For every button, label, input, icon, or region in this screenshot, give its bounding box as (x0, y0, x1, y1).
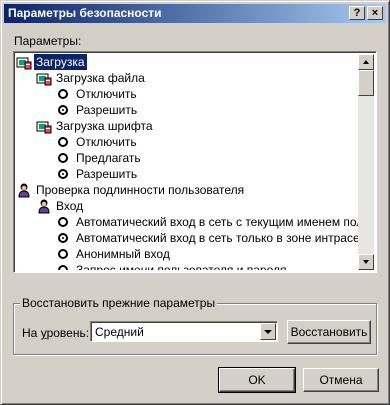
cancel-button[interactable]: Отмена (303, 368, 379, 392)
settings-tree[interactable]: Загрузка Загрузка файла Отключить Разрешить… (13, 51, 377, 273)
arrow-up-icon (363, 60, 369, 64)
tree-item-label: Разрешить (76, 167, 138, 181)
security-level-value: Средний (95, 325, 144, 339)
tree-item-label: Проверка подлинности пользователя (36, 183, 245, 197)
tree-item-label: Загрузка файла (56, 71, 145, 85)
settings-folder-icon (36, 70, 52, 86)
tree-item-label: Отключить (76, 135, 137, 149)
tree-item-label: Загрузка шрифта (56, 119, 153, 133)
radio-button[interactable] (58, 217, 68, 227)
tree-item-label: Анонимный вход (76, 247, 170, 261)
settings-label: Параметры: (14, 34, 82, 48)
user-icon (36, 198, 52, 214)
radio-button[interactable] (58, 265, 68, 270)
radio-button[interactable] (58, 169, 68, 179)
scroll-up-button[interactable] (358, 54, 374, 70)
radio-button[interactable] (58, 153, 68, 163)
tree-item-label: Отключить (76, 87, 137, 101)
radio-button[interactable] (58, 233, 68, 243)
settings-folder-icon (16, 54, 32, 70)
tree-item-label: Разрешить (76, 103, 138, 117)
radio-button[interactable] (58, 137, 68, 147)
dropdown-button[interactable] (260, 323, 276, 340)
radio-button[interactable] (58, 249, 68, 259)
security-level-select[interactable]: Средний (90, 321, 278, 342)
reset-group-title: Восстановить прежние параметры (20, 296, 218, 310)
tree-item-label: Предлагать (76, 151, 141, 165)
tree-item-label: Загрузка (34, 54, 87, 70)
restore-button[interactable]: Восстановить (287, 320, 371, 344)
tree-item-label: Автоматический вход в сеть с текущим име… (76, 215, 358, 229)
title-bar[interactable]: Параметры безопасности ? × (4, 4, 386, 23)
settings-tree-content: Загрузка Загрузка файла Отключить Разрешить… (16, 54, 358, 270)
radio-button[interactable] (58, 105, 68, 115)
vertical-scrollbar[interactable] (358, 54, 374, 270)
settings-folder-icon (36, 118, 52, 134)
user-icon (16, 182, 32, 198)
help-button[interactable]: ? (349, 6, 365, 20)
window-title: Параметры безопасности (8, 6, 162, 20)
tree-item-label: Вход (56, 199, 84, 213)
security-settings-dialog: Параметры безопасности ? × Параметры: За… (0, 0, 390, 405)
reset-level-label: На уровень: (22, 326, 90, 340)
scroll-thumb[interactable] (358, 70, 374, 96)
ok-button[interactable]: OK (218, 367, 296, 393)
close-button[interactable]: × (367, 6, 383, 20)
reset-settings-group: Восстановить прежние параметры На уровен… (13, 296, 377, 355)
tree-item-label: Запрос имени пользователя и пароля (76, 263, 287, 270)
tree-item-label: Автоматический вход в сеть только в зоне… (76, 231, 358, 245)
radio-button[interactable] (58, 89, 68, 99)
chevron-down-icon (264, 330, 272, 334)
scroll-down-button[interactable] (358, 254, 374, 270)
arrow-down-icon (363, 260, 369, 264)
